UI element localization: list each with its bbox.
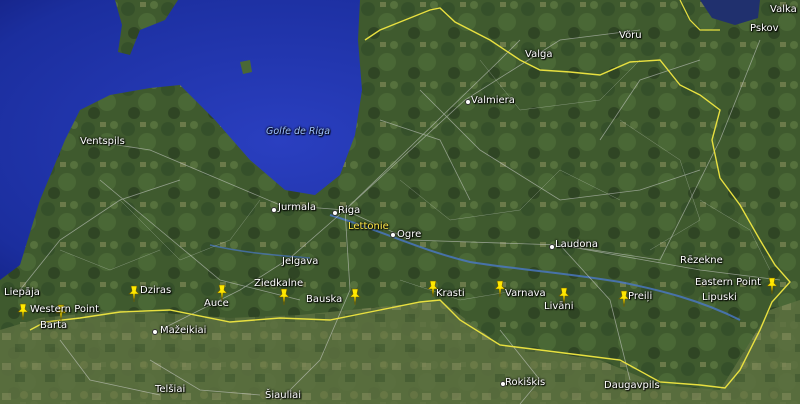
pushpin-icon[interactable]: [766, 277, 778, 295]
pin-label-auce: Auce: [204, 298, 229, 309]
place-label-ogre: Ogre: [397, 229, 422, 240]
place-label-rokiskis: Rokiškis: [505, 377, 546, 388]
place-label-valmiera: Valmiera: [471, 95, 515, 106]
place-label-pskov: Pskov: [750, 23, 779, 34]
pin-label-eastern-point: Eastern Point: [695, 277, 762, 288]
pin-label-preili: Preiļi: [628, 291, 653, 302]
place-label-jelgava: Jelgava: [282, 256, 319, 267]
pin-label-krasti: Krasti: [436, 288, 465, 299]
place-label-laudona: Laudona: [555, 239, 598, 250]
city-dot-valmiera: [465, 99, 471, 105]
city-dot-laudona: [549, 244, 555, 250]
pushpin-icon[interactable]: [17, 303, 29, 321]
pushpin-icon[interactable]: [128, 285, 140, 303]
city-dot-mazeikiai: [152, 329, 158, 335]
pushpin-icon[interactable]: [278, 288, 290, 306]
place-label-voru: Võru: [619, 30, 642, 41]
place-label-jurmala: Jurmala: [278, 202, 316, 213]
pin-label-ziedkalne: Ziedkalne: [254, 278, 304, 289]
pushpin-icon[interactable]: [349, 288, 361, 306]
map-view[interactable]: Golfe de Riga Lettonie Valka Võru Pskov …: [0, 0, 800, 404]
place-label-valga: Valga: [525, 49, 553, 60]
place-label-ventspils: Ventspils: [80, 136, 125, 147]
pin-label-bauska: Bauska: [306, 294, 343, 305]
gulf-label: Golfe de Riga: [266, 126, 331, 137]
pin-label-livani: Livāni: [544, 301, 574, 312]
place-label-valka: Valka: [770, 4, 797, 15]
pin-label-western-point: Western Point: [30, 304, 100, 315]
pin-label-barta: Barta: [40, 320, 68, 331]
place-label-mazeikiai: Mažeikiai: [160, 325, 207, 336]
place-label-daugavpils: Daugavpils: [604, 380, 660, 391]
country-label: Lettonie: [348, 221, 389, 232]
city-dot-jurmala: [271, 207, 277, 213]
city-dot-rokiskis: [500, 381, 506, 387]
place-label-siauliai: Šiauliai: [265, 390, 302, 401]
place-label-rezekne: Rēzekne: [680, 255, 723, 266]
place-label-liepaja: Liepāja: [4, 287, 40, 298]
city-dot-ogre: [390, 232, 396, 238]
city-dot-riga: [332, 210, 338, 216]
pin-label-varnava: Varnava: [505, 288, 546, 299]
place-label-telsiai: Telšiai: [155, 384, 186, 395]
pin-label-lipuski: Lipuski: [702, 292, 737, 303]
map-imagery: [0, 0, 800, 404]
place-label-riga: Riga: [338, 205, 361, 216]
pin-label-dziras: Dziras: [140, 285, 172, 296]
